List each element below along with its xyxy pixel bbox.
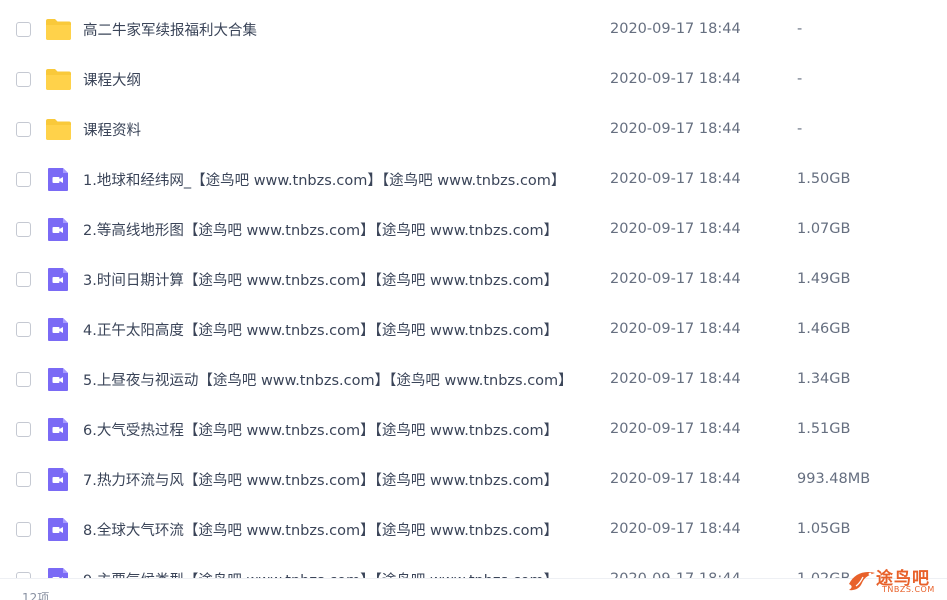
file-date: 2020-09-17 18:44: [610, 471, 741, 487]
file-name[interactable]: 7.热力环流与风【途鸟吧 www.tnbzs.com】【途鸟吧 www.tnbz…: [83, 469, 593, 490]
folder-row[interactable]: 课程资料 2020-09-17 18:44 -: [0, 104, 947, 154]
file-date: 2020-09-17 18:44: [610, 421, 741, 437]
row-checkbox[interactable]: [16, 221, 31, 237]
file-date: 2020-09-17 18:44: [610, 21, 741, 37]
row-checkbox[interactable]: [16, 471, 31, 487]
row-checkbox[interactable]: [16, 321, 31, 337]
folder-row[interactable]: 高二牛家军续报福利大合集 2020-09-17 18:44 -: [0, 4, 947, 54]
video-file-icon: [48, 267, 68, 291]
folder-icon: [46, 18, 71, 40]
file-name[interactable]: 1.地球和经纬网_【途鸟吧 www.tnbzs.com】【途鸟吧 www.tnb…: [83, 169, 593, 190]
file-date: 2020-09-17 18:44: [610, 371, 741, 387]
video-file-icon: [48, 317, 68, 341]
file-row[interactable]: 7.热力环流与风【途鸟吧 www.tnbzs.com】【途鸟吧 www.tnbz…: [0, 454, 947, 504]
file-name[interactable]: 课程大纲: [83, 69, 593, 90]
video-file-icon: [48, 167, 68, 191]
file-name[interactable]: 课程资料: [83, 119, 593, 140]
file-date: 2020-09-17 18:44: [610, 121, 741, 137]
bird-logo-icon: [849, 572, 875, 591]
file-name[interactable]: 高二牛家军续报福利大合集: [83, 19, 593, 40]
file-size: -: [797, 121, 803, 137]
video-file-icon: [48, 417, 68, 441]
watermark-subtext: TNBZS.COM: [882, 585, 935, 594]
row-checkbox[interactable]: [16, 171, 31, 187]
file-name[interactable]: 4.正午太阳高度【途鸟吧 www.tnbzs.com】【途鸟吧 www.tnbz…: [83, 319, 593, 340]
file-size: 1.34GB: [797, 371, 851, 387]
video-file-icon: [48, 367, 68, 391]
file-date: 2020-09-17 18:44: [610, 221, 741, 237]
file-row[interactable]: 3.时间日期计算【途鸟吧 www.tnbzs.com】【途鸟吧 www.tnbz…: [0, 254, 947, 304]
file-date: 2020-09-17 18:44: [610, 521, 741, 537]
file-size: -: [797, 21, 803, 37]
file-row[interactable]: 6.大气受热过程【途鸟吧 www.tnbzs.com】【途鸟吧 www.tnbz…: [0, 404, 947, 454]
file-size: 1.50GB: [797, 171, 851, 187]
file-name[interactable]: 2.等高线地形图【途鸟吧 www.tnbzs.com】【途鸟吧 www.tnbz…: [83, 219, 593, 240]
row-checkbox[interactable]: [16, 421, 31, 437]
file-date: 2020-09-17 18:44: [610, 321, 741, 337]
row-checkbox[interactable]: [16, 371, 31, 387]
file-size: -: [797, 71, 803, 87]
file-name[interactable]: 8.全球大气环流【途鸟吧 www.tnbzs.com】【途鸟吧 www.tnbz…: [83, 519, 593, 540]
row-checkbox[interactable]: [16, 271, 31, 287]
file-size: 1.49GB: [797, 271, 851, 287]
video-file-icon: [48, 517, 68, 541]
row-checkbox[interactable]: [16, 21, 31, 37]
file-list-page: 高二牛家军续报福利大合集 2020-09-17 18:44 - 课程大纲 2020-09…: [0, 0, 947, 600]
file-row[interactable]: 1.地球和经纬网_【途鸟吧 www.tnbzs.com】【途鸟吧 www.tnb…: [0, 154, 947, 204]
file-size: 1.51GB: [797, 421, 851, 437]
video-file-icon: [48, 467, 68, 491]
folder-icon: [46, 118, 71, 140]
file-row[interactable]: 8.全球大气环流【途鸟吧 www.tnbzs.com】【途鸟吧 www.tnbz…: [0, 504, 947, 554]
file-date: 2020-09-17 18:44: [610, 71, 741, 87]
row-checkbox[interactable]: [16, 71, 31, 87]
folder-row[interactable]: 课程大纲 2020-09-17 18:44 -: [0, 54, 947, 104]
file-size: 1.46GB: [797, 321, 851, 337]
file-list: 高二牛家军续报福利大合集 2020-09-17 18:44 - 课程大纲 2020-09…: [0, 4, 947, 600]
file-date: 2020-09-17 18:44: [610, 171, 741, 187]
item-count: 12项: [22, 591, 50, 600]
status-footer: 12项: [0, 578, 947, 600]
file-size: 1.07GB: [797, 221, 851, 237]
row-checkbox[interactable]: [16, 121, 31, 137]
file-row[interactable]: 4.正午太阳高度【途鸟吧 www.tnbzs.com】【途鸟吧 www.tnbz…: [0, 304, 947, 354]
file-size: 1.05GB: [797, 521, 851, 537]
file-name[interactable]: 6.大气受热过程【途鸟吧 www.tnbzs.com】【途鸟吧 www.tnbz…: [83, 419, 593, 440]
file-row[interactable]: 2.等高线地形图【途鸟吧 www.tnbzs.com】【途鸟吧 www.tnbz…: [0, 204, 947, 254]
file-name[interactable]: 3.时间日期计算【途鸟吧 www.tnbzs.com】【途鸟吧 www.tnbz…: [83, 269, 593, 290]
site-watermark: 途鸟吧 TNBZS.COM: [842, 562, 947, 600]
folder-icon: [46, 68, 71, 90]
video-file-icon: [48, 217, 68, 241]
file-name[interactable]: 5.上昼夜与视运动【途鸟吧 www.tnbzs.com】【途鸟吧 www.tnb…: [83, 369, 593, 390]
file-size: 993.48MB: [797, 471, 871, 487]
file-row[interactable]: 5.上昼夜与视运动【途鸟吧 www.tnbzs.com】【途鸟吧 www.tnb…: [0, 354, 947, 404]
row-checkbox[interactable]: [16, 521, 31, 537]
file-date: 2020-09-17 18:44: [610, 271, 741, 287]
